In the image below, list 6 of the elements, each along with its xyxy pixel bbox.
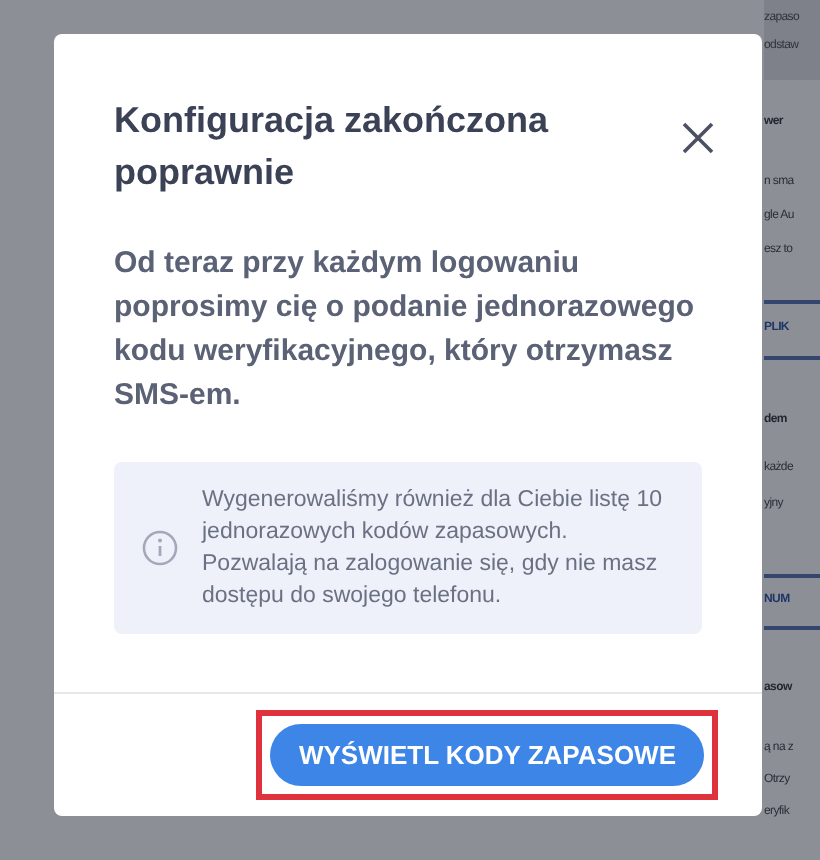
show-backup-codes-button[interactable]: WYŚWIETL KODY ZAPASOWE xyxy=(270,724,704,786)
close-icon[interactable] xyxy=(682,122,714,154)
dialog-title: Konfiguracja zakończona poprawnie xyxy=(114,98,551,196)
info-icon xyxy=(142,530,178,566)
dialog-message: Od teraz przy każdym logowaniu poprosimy cię o podanie jednorazowego kodu weryfikacyjnego, który otrzymasz SMS-em. xyxy=(112,244,697,416)
info-text: Wygenerowaliśmy również dla Ciebie listę 10 jednorazowych kodów zapasowych. Pozwalają na zalogowanie się, gdy nie masz dostępu do swojego telefonu. xyxy=(202,486,664,612)
